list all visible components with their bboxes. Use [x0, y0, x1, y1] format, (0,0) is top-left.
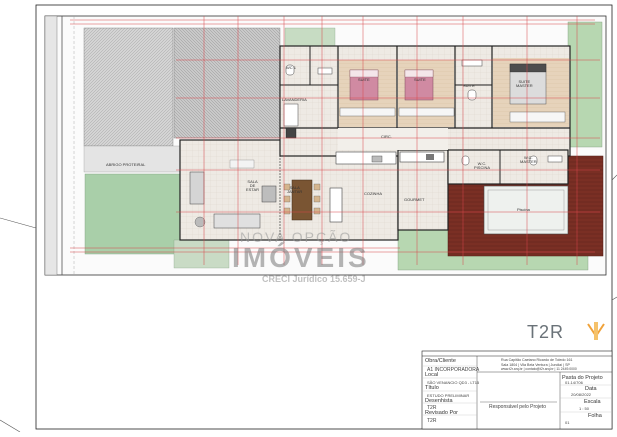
sofa	[189, 171, 205, 205]
corridor	[338, 128, 448, 150]
headboard	[509, 63, 547, 73]
sink	[547, 155, 563, 163]
tb-address-3: www.t2r.arq.br | contato@t2r.arq.br | 11…	[501, 367, 577, 371]
gourmet-counter	[399, 151, 445, 163]
t2r-logo-mark	[587, 322, 605, 340]
garage-area	[83, 27, 174, 147]
t2r-logo-text: T2R	[527, 322, 565, 342]
chair	[313, 183, 321, 191]
side-garden-right	[567, 21, 603, 148]
tb-revisado-label: Revisado Por	[425, 410, 459, 416]
rug	[229, 159, 255, 169]
tb-obra-label: Obra/Cliente	[425, 358, 456, 364]
room-label-abrigo: ABRIGO PROTEIRAL	[106, 162, 146, 167]
sidewalk	[44, 15, 58, 276]
sink	[461, 59, 483, 67]
room-label-circ: CIRC.	[381, 134, 392, 139]
sink	[317, 67, 333, 75]
pillow	[404, 69, 434, 78]
room-label-lavanderia: LAVANDERIA	[282, 97, 307, 102]
fold-line-right-2	[611, 296, 617, 301]
room-label-piscina: Piscina	[517, 207, 530, 212]
grill	[426, 154, 434, 160]
room-label-cozinha: COZINHA	[364, 191, 382, 196]
tb-responsavel-label: Responsável pelo Projeto	[489, 404, 546, 410]
chair	[313, 207, 321, 215]
tb-escala-value: 1 : 50	[579, 406, 590, 411]
wardrobe	[339, 107, 396, 117]
tb-desenhista-label: Desenhista	[425, 398, 453, 404]
room-label-suite-c: SUITE	[463, 83, 475, 88]
chair	[283, 195, 291, 203]
plant	[194, 216, 206, 228]
tv-panel	[213, 213, 261, 229]
room-label-suite-b: SUITE	[414, 77, 426, 82]
front-garden	[84, 173, 181, 255]
watermark-brand: IMÓVEIS	[232, 242, 370, 273]
patio-garden	[284, 27, 336, 47]
fold-line-bottom	[0, 419, 21, 433]
stove	[371, 155, 383, 163]
room-label-suite-master: SUITE MASTER	[516, 79, 533, 88]
tb-titulo-label: Título	[425, 385, 439, 391]
kitchen-counter	[335, 151, 397, 165]
tb-data-value: 20/08/2022	[571, 392, 592, 397]
tb-folha-value: 01	[565, 420, 570, 425]
tb-local-label: Local	[425, 372, 439, 378]
wardrobe	[509, 111, 566, 123]
room-label-wc-piscina: W.C. PISCINA	[474, 161, 491, 170]
wardrobe	[398, 107, 455, 117]
room-label-wc1: WC 1	[286, 65, 296, 70]
chair	[283, 207, 291, 215]
fold-line-right	[611, 174, 617, 181]
carport-area	[173, 27, 281, 139]
tb-pasta-value: 01.14/706	[565, 380, 583, 385]
wc-block	[447, 149, 569, 185]
room-label-suite-a: SUITE	[358, 77, 370, 82]
front-lawn	[173, 239, 230, 269]
watermark-creci: CRECI Jurídico 15.659-J	[262, 274, 366, 284]
tb-revisado-value: T2R	[427, 418, 437, 424]
chair	[313, 195, 321, 203]
room-label-gourmet: GOURMET	[404, 197, 425, 202]
toilet	[467, 89, 477, 101]
fold-line-left	[0, 217, 37, 229]
tb-escala-label: Escala	[584, 399, 601, 405]
pillow	[349, 69, 379, 78]
driveway	[83, 145, 181, 173]
room-label-jantar: SALA JANTAR	[287, 185, 303, 194]
tb-folha-label: Folha	[588, 413, 602, 419]
room-label-sala: SALA DE ESTAR	[246, 179, 260, 192]
laundry-tank	[283, 103, 299, 127]
armchair	[261, 185, 277, 203]
room-label-wc-master: W.C. MASTER	[520, 155, 537, 164]
machine	[285, 127, 297, 139]
kitchen-island	[329, 187, 343, 223]
